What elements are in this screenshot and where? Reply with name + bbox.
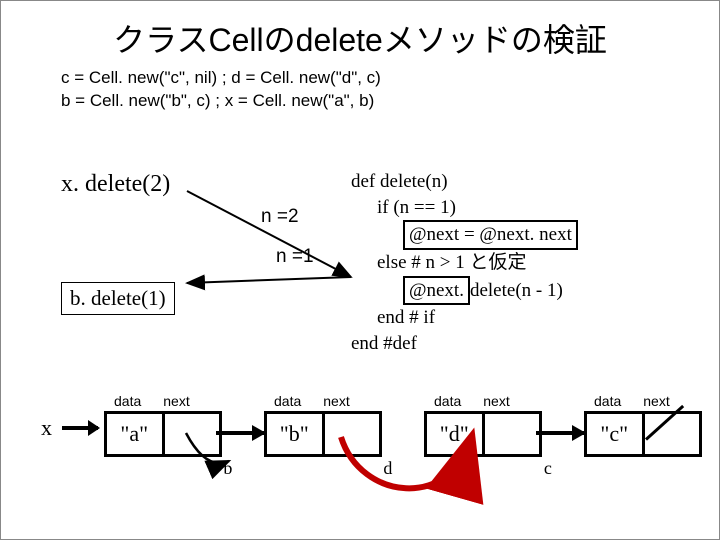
- cell-d-data: "d": [427, 414, 485, 454]
- cell-a-data: "a": [107, 414, 165, 454]
- cell-c: data next "c": [584, 393, 702, 457]
- cell-under-b: b: [223, 458, 232, 479]
- code-line-enddef: end #def: [351, 331, 578, 357]
- code-line-then-highlight: @next = @next. next: [403, 220, 578, 250]
- header-data: data: [434, 393, 461, 409]
- method-code: def delete(n) if (n == 1) @next = @next.…: [351, 169, 578, 356]
- header-next: next: [643, 393, 669, 409]
- pointer-arrow-icon: [536, 431, 584, 435]
- header-data: data: [274, 393, 301, 409]
- header-next: next: [323, 393, 349, 409]
- cell-under-d: d: [383, 458, 392, 479]
- code-line-endif: end # if: [351, 305, 578, 331]
- cells-row: x data next "a" b data next "b" d: [41, 393, 702, 457]
- cell-b: data next "b" d: [264, 393, 382, 457]
- cell-b-data: "b": [267, 414, 325, 454]
- call-x-delete: x. delete(2): [61, 171, 341, 198]
- setup-code: c = Cell. new("c", nil) ; d = Cell. new(…: [1, 67, 719, 113]
- x-arrow-icon: [62, 426, 98, 430]
- calls-block: x. delete(2) n =2 n =1 b. delete(1): [61, 171, 341, 315]
- page-title: クラスCellのdeleteメソッドの検証: [1, 1, 719, 67]
- header-next: next: [163, 393, 189, 409]
- header-data: data: [114, 393, 141, 409]
- cell-a: data next "a" b: [104, 393, 222, 457]
- code-line-recurse-highlight: @next.: [403, 276, 470, 306]
- code-line-def: def delete(n): [351, 169, 578, 195]
- n-equals-1: n =1: [276, 246, 314, 268]
- header-next: next: [483, 393, 509, 409]
- call-b-delete: b. delete(1): [61, 282, 175, 315]
- setup-line1: c = Cell. new("c", nil) ; d = Cell. new(…: [61, 67, 719, 90]
- cell-under-c: c: [544, 458, 552, 479]
- cell-a-next: [165, 414, 220, 454]
- cell-c-data: "c": [587, 414, 645, 454]
- code-line-else: else # n > 1 と仮定: [351, 250, 578, 276]
- x-label: x: [41, 415, 52, 441]
- header-data: data: [594, 393, 621, 409]
- setup-line2: b = Cell. new("b", c) ; x = Cell. new("a…: [61, 90, 719, 113]
- n-equals-2: n =2: [261, 206, 299, 228]
- cell-d-next: [485, 414, 540, 454]
- cell-b-next: [325, 414, 380, 454]
- cell-d: data next "d" c: [424, 393, 542, 457]
- code-line-if: if (n == 1): [351, 195, 578, 221]
- pointer-arrow-icon: [216, 431, 264, 435]
